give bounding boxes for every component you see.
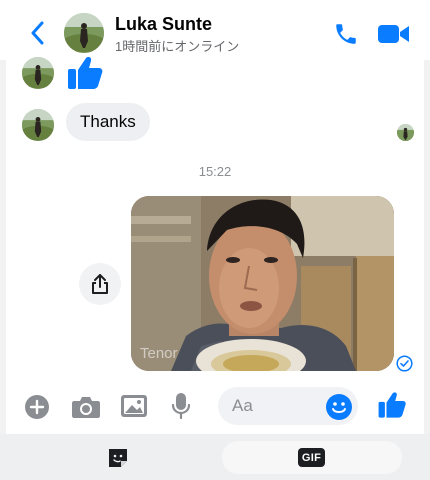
sender-avatar[interactable] — [22, 57, 54, 89]
phone-icon — [336, 24, 356, 44]
thumbs-up-icon — [378, 391, 406, 418]
gallery-button[interactable] — [120, 393, 148, 419]
message-timestamp: 15:22 — [198, 164, 232, 179]
camera-button[interactable] — [71, 394, 101, 420]
smiley-icon — [326, 394, 352, 420]
check-circle-icon — [396, 355, 413, 372]
share-icon — [92, 274, 108, 294]
video-call-button[interactable] — [377, 21, 411, 47]
sender-avatar[interactable] — [22, 109, 54, 141]
avatar-photo — [22, 109, 54, 141]
video-watermark: Tenor — [140, 345, 178, 362]
emoji-button[interactable] — [325, 393, 353, 421]
avatar-photo — [22, 57, 54, 89]
sticker-icon — [109, 449, 127, 467]
delivered-status — [396, 355, 413, 372]
voice-message-button[interactable] — [170, 392, 192, 420]
more-actions-button[interactable] — [24, 394, 50, 420]
microphone-icon — [171, 393, 191, 420]
share-button[interactable] — [79, 263, 121, 305]
contact-avatar[interactable] — [64, 13, 104, 53]
send-like-button[interactable] — [376, 389, 407, 420]
avatar-photo — [64, 13, 104, 53]
gallery-icon — [121, 395, 147, 417]
audio-call-button[interactable] — [332, 20, 360, 48]
thumbs-up-icon — [68, 57, 103, 89]
chevron-left-icon — [31, 21, 44, 45]
message-composer — [0, 382, 430, 432]
sticker-tab[interactable] — [106, 446, 130, 470]
incoming-message-bubble[interactable]: Thanks — [66, 103, 150, 141]
gif-tab[interactable]: GIF — [298, 448, 325, 467]
avatar-photo — [397, 124, 414, 141]
active-status: 1時間前にオンライン — [115, 39, 240, 54]
video-camera-icon — [378, 25, 409, 43]
camera-icon — [72, 397, 100, 418]
plus-icon — [25, 395, 49, 419]
seen-receipt-avatar — [397, 124, 414, 141]
back-button[interactable] — [26, 20, 48, 46]
contact-name[interactable]: Luka Sunte — [115, 14, 212, 35]
like-message[interactable] — [66, 55, 104, 91]
